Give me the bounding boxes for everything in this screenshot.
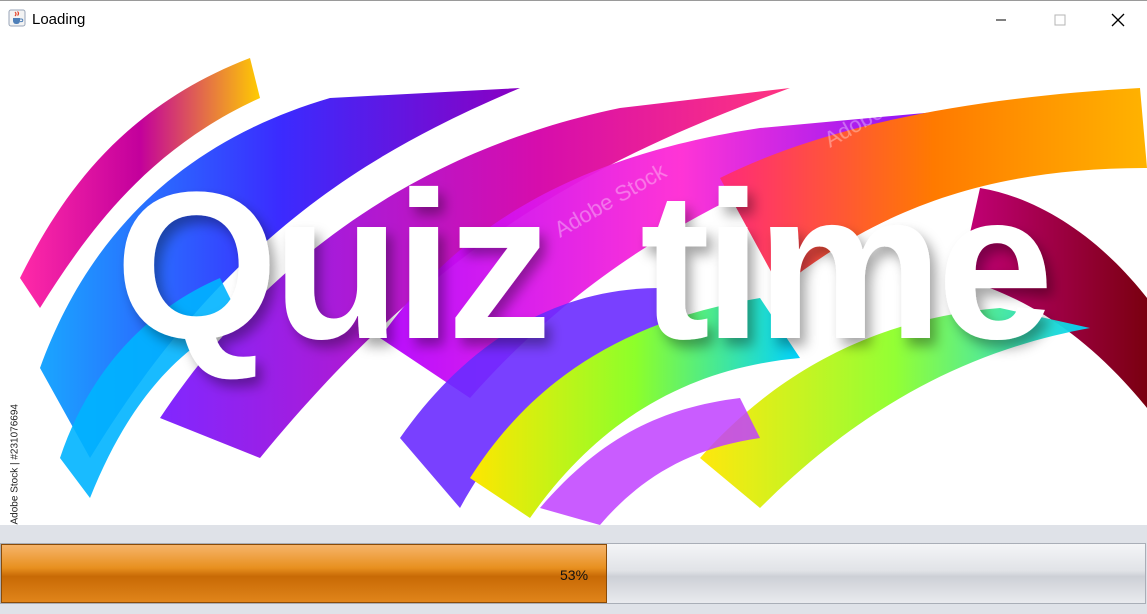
progress-bar: 53% [0,543,1146,604]
stock-credit-text: Adobe Stock | #231076694 [9,404,21,525]
maximize-button[interactable] [1031,1,1089,39]
headline-word-quiz: Quiz [115,148,546,383]
banner-artwork: Quiz time Adobe Stock Adobe Stock Adobe … [20,58,1147,525]
java-coffee-cup-icon [8,9,26,27]
close-button[interactable] [1089,1,1147,39]
title-bar[interactable]: Loading [0,0,1147,38]
stock-credit: Adobe Stock | #231076694 [4,392,21,525]
close-icon [1111,13,1125,27]
window-title: Loading [32,11,86,28]
headline-word-time: time [640,148,1048,383]
progress-fill [1,544,608,603]
minimize-button[interactable] [972,1,1030,39]
minimize-icon [995,14,1007,26]
quiz-time-banner: Quiz time Adobe Stock Adobe Stock Adobe … [0,38,1147,525]
progress-panel: 53% [0,525,1147,614]
maximize-icon [1054,14,1066,26]
progress-label: 53% [560,567,589,583]
loading-window: Loading Quiz time Adobe Stock Adobe Stoc… [0,0,1147,614]
